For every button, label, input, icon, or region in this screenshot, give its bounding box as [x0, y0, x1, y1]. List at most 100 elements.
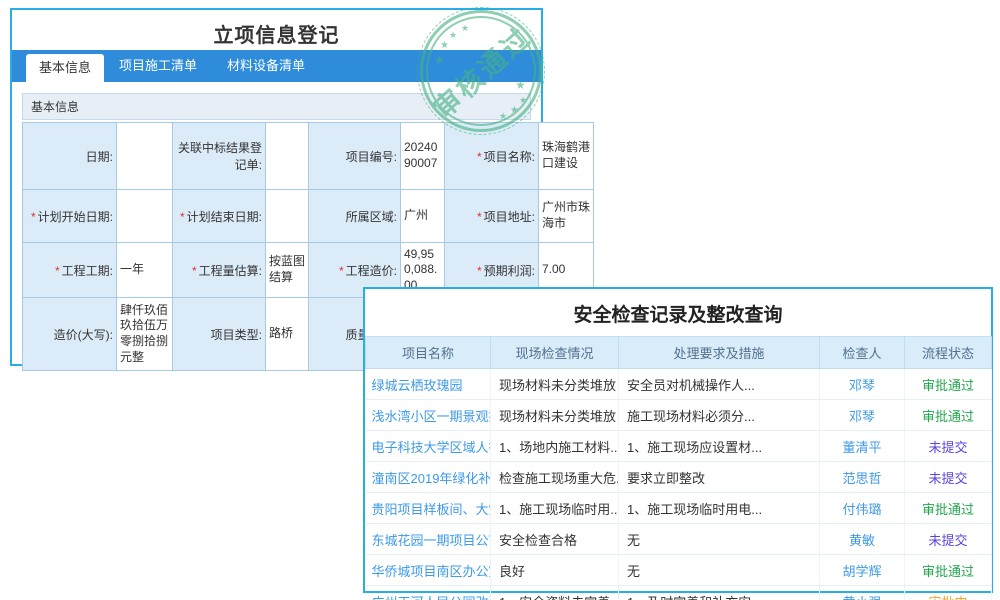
field-label-text: 所属区域:	[346, 210, 397, 224]
field-label: 项目编号:	[309, 123, 401, 190]
star-icon: ★	[515, 78, 526, 92]
star-icon: ★	[461, 23, 469, 34]
field-value[interactable]: 路桥	[266, 298, 309, 371]
status-badge: 审批通过	[905, 369, 992, 400]
field-label-text: 工程造价:	[346, 264, 397, 278]
tab-1[interactable]: 项目施工清单	[104, 50, 212, 82]
star-icon: ★	[434, 53, 445, 67]
table-row: 华侨城项目南区办公室内良好无胡学辉审批通过	[366, 555, 992, 586]
field-value[interactable]	[266, 123, 309, 190]
inspection-text: 安全检查合格	[491, 524, 619, 555]
required-asterisk: *	[55, 264, 60, 278]
table-row: 浅水湾小区一期景观提升现场材料未分类堆放施工现场材料必须分...邓琴审批通过	[366, 400, 992, 431]
field-label: 项目类型:	[173, 298, 266, 371]
inspector-link[interactable]: 邓琴	[820, 369, 905, 400]
inspection-text: 检查施工现场重大危...	[491, 462, 619, 493]
required-asterisk: *	[339, 264, 344, 278]
inspection-text: 1、施工现场临时用...	[491, 493, 619, 524]
status-badge: 审批通过	[905, 555, 992, 586]
safety-table: 项目名称现场检查情况处理要求及措施检查人流程状态 绿城云栖玫瑰园现场材料未分类堆…	[365, 336, 992, 600]
measures-text: 无	[619, 555, 820, 586]
star-icon: ★	[510, 105, 519, 116]
form-row: *计划开始日期:*计划结束日期:所属区域:广州*项目地址:广州市珠海市	[23, 190, 594, 243]
project-link[interactable]: 电子科技大学区域人行道	[366, 431, 491, 462]
project-link[interactable]: 华侨城项目南区办公室内	[366, 555, 491, 586]
field-label-text: 工程工期:	[62, 264, 113, 278]
required-asterisk: *	[192, 264, 197, 278]
project-link[interactable]: 潼南区2019年绿化补贴项目	[366, 462, 491, 493]
field-value[interactable]: 按蓝图结算	[266, 243, 309, 298]
inspection-text: 良好	[491, 555, 619, 586]
star-icon: ★	[440, 40, 449, 51]
field-label-text: 造价(大写):	[54, 328, 113, 342]
required-asterisk: *	[31, 210, 36, 224]
field-label: 关联中标结果登记单:	[173, 123, 266, 190]
field-value[interactable]: 一年	[117, 243, 173, 298]
field-label: *项目地址:	[445, 190, 539, 243]
field-label-text: 项目类型:	[211, 328, 262, 342]
form-row: 日期:关联中标结果登记单:项目编号:2024090007*项目名称:珠海鹤港口建…	[23, 123, 594, 190]
measures-text: 安全员对机械操作人...	[619, 369, 820, 400]
table-row: 潼南区2019年绿化补贴项目检查施工现场重大危...要求立即整改范思哲未提交	[366, 462, 992, 493]
field-value[interactable]	[117, 190, 173, 243]
field-value[interactable]: 2024090007	[401, 123, 445, 190]
field-label-text: 计划结束日期:	[187, 210, 262, 224]
field-label: 造价(大写):	[23, 298, 117, 371]
inspector-link[interactable]: 范思哲	[820, 462, 905, 493]
field-value[interactable]	[117, 123, 173, 190]
approval-stamp: 审核通过 ★ ★ ★ ★ ★ ★ ★ ★	[420, 10, 542, 132]
inspector-link[interactable]: 黄敏	[820, 524, 905, 555]
table-row: 贵阳项目样板间、大堂、大1、施工现场临时用...1、施工现场临时用电...付伟璐…	[366, 493, 992, 524]
column-header: 流程状态	[905, 337, 992, 369]
safety-query-title: 安全检查记录及整改查询	[365, 289, 991, 336]
field-label: *计划开始日期:	[23, 190, 117, 243]
required-asterisk: *	[180, 210, 185, 224]
measures-text: 1、施工现场应设置材...	[619, 431, 820, 462]
measures-text: 要求立即整改	[619, 462, 820, 493]
measures-text: 无	[619, 524, 820, 555]
inspector-link[interactable]: 付伟璐	[820, 493, 905, 524]
inspection-text: 现场材料未分类堆放	[491, 369, 619, 400]
inspector-link[interactable]: 胡学辉	[820, 555, 905, 586]
inspection-text: 现场材料未分类堆放	[491, 400, 619, 431]
project-link[interactable]: 东城花园一期项目公寓大	[366, 524, 491, 555]
safety-query-panel: 安全检查记录及整改查询 项目名称现场检查情况处理要求及措施检查人流程状态 绿城云…	[363, 287, 993, 593]
field-label: *计划结束日期:	[173, 190, 266, 243]
project-link[interactable]: 贵阳项目样板间、大堂、大	[366, 493, 491, 524]
tab-0[interactable]: 基本信息	[26, 54, 104, 82]
field-label-text: 计划开始日期:	[38, 210, 113, 224]
safety-table-header-row: 项目名称现场检查情况处理要求及措施检查人流程状态	[366, 337, 992, 369]
required-asterisk: *	[477, 150, 482, 164]
field-value[interactable]: 广州市珠海市	[539, 190, 594, 243]
inspection-text: 1、安全资料未完善...	[491, 586, 619, 600]
column-header: 现场检查情况	[491, 337, 619, 369]
field-value[interactable]	[266, 190, 309, 243]
required-asterisk: *	[477, 210, 482, 224]
star-icon: ★	[499, 111, 507, 122]
status-badge: 审批通过	[905, 493, 992, 524]
column-header: 检查人	[820, 337, 905, 369]
measures-text: 1、及时完善和补充安...	[619, 586, 820, 600]
field-label-text: 项目编号:	[346, 150, 397, 164]
field-label: *工程工期:	[23, 243, 117, 298]
column-header: 项目名称	[366, 337, 491, 369]
field-value[interactable]: 肆仟玖佰玖拾伍万零捌拾捌元整	[117, 298, 173, 371]
status-badge: 审批通过	[905, 400, 992, 431]
field-label: 日期:	[23, 123, 117, 190]
inspector-link[interactable]: 邓琴	[820, 400, 905, 431]
project-link[interactable]: 浅水湾小区一期景观提升	[366, 400, 491, 431]
tab-2[interactable]: 材料设备清单	[212, 50, 320, 82]
table-row: 东城花园一期项目公寓大安全检查合格无黄敏未提交	[366, 524, 992, 555]
field-label: *工程量估算:	[173, 243, 266, 298]
inspector-link[interactable]: 黄小强	[820, 586, 905, 600]
field-label-text: 项目地址:	[484, 210, 535, 224]
status-badge: 审批中	[905, 586, 992, 600]
field-label-text: 日期:	[86, 150, 113, 164]
star-icon: ★	[519, 95, 527, 106]
field-label-text: 工程量估算:	[199, 264, 262, 278]
inspector-link[interactable]: 董清平	[820, 431, 905, 462]
field-value[interactable]: 广州	[401, 190, 445, 243]
project-link[interactable]: 绿城云栖玫瑰园	[366, 369, 491, 400]
field-value[interactable]: 珠海鹤港口建设	[539, 123, 594, 190]
project-link[interactable]: 广州天河人民公园改造工	[366, 586, 491, 600]
